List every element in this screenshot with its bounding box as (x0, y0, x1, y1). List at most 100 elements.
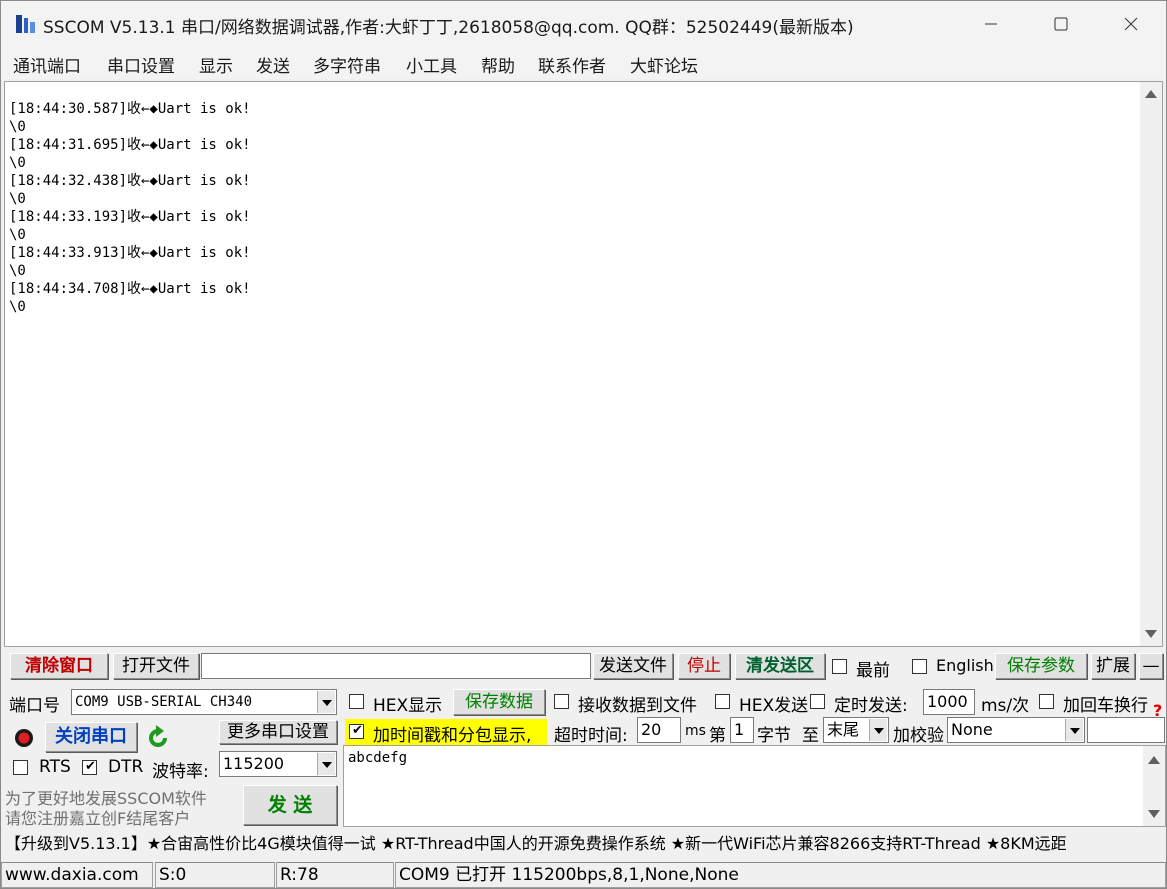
baud-select[interactable]: 115200 (219, 751, 337, 777)
menu-tools[interactable]: 小工具 (406, 52, 457, 77)
save-params-label: 保存参数 (1007, 656, 1075, 676)
interval-unit-label: ms/次 (981, 696, 1030, 716)
close-port-label: 关闭串口 (55, 726, 127, 747)
promo-line-2: 请您注册嘉立创F结尾客户 (5, 809, 191, 828)
port-dropdown-icon[interactable] (317, 691, 335, 713)
end-select[interactable]: 末尾 (823, 717, 889, 743)
collapse-button[interactable]: — (1139, 653, 1163, 679)
baud-label: 波特率: (152, 762, 209, 782)
close-port-button[interactable]: 关闭串口 (45, 722, 137, 752)
minimize-icon[interactable] (968, 9, 1014, 39)
more-settings-button[interactable]: 更多串口设置 (219, 720, 337, 744)
rts-checkbox[interactable] (13, 760, 28, 775)
stop-label: 停止 (687, 656, 721, 676)
window-title: SSCOM V5.13.1 串口/网络数据调试器,作者:大虾丁丁,2618058… (43, 18, 854, 38)
status-website[interactable]: www.daxia.com (1, 862, 153, 888)
menu-serial-settings[interactable]: 串口设置 (107, 52, 175, 77)
clear-window-label: 清除窗口 (25, 656, 93, 676)
dtr-check-icon: ✔ (85, 759, 96, 774)
timeout-unit-label: ms (685, 723, 706, 739)
port-label: 端口号 (9, 696, 60, 716)
send-scroll-down-icon[interactable] (1148, 810, 1160, 818)
expand-button[interactable]: 扩展 (1091, 653, 1135, 679)
receive-scrollbar[interactable] (1140, 82, 1162, 646)
send-scrollbar[interactable] (1143, 746, 1165, 826)
news-ticker[interactable]: 【升级到V5.13.1】★合宙高性价比4G模块值得一试 ★RT-Thread中国… (1, 829, 1166, 859)
close-icon[interactable] (1108, 9, 1154, 39)
baud-value: 115200 (223, 754, 285, 773)
byte-index-input[interactable]: 1 (730, 717, 754, 743)
menu-contact-author[interactable]: 联系作者 (538, 52, 606, 77)
english-label: English (936, 656, 994, 675)
checksum-label: 加校验 (893, 726, 944, 746)
checksum-dropdown-icon[interactable] (1065, 719, 1083, 741)
end-dropdown-icon[interactable] (869, 719, 887, 741)
nth-label: 第 (709, 726, 726, 746)
clear-send-label: 清发送区 (746, 656, 814, 676)
receive-text: [18:44:30.587]收←◆Uart is ok! \0 [18:44:3… (9, 101, 251, 315)
save-params-button[interactable]: 保存参数 (995, 653, 1087, 679)
hex-display-checkbox[interactable] (349, 694, 364, 709)
save-data-label: 保存数据 (465, 692, 533, 712)
save-data-button[interactable]: 保存数据 (453, 689, 545, 715)
send-label: 发 送 (267, 794, 313, 816)
topmost-checkbox[interactable] (832, 659, 847, 674)
status-bar: www.daxia.com S:0 R:78 COM9 已打开 115200bp… (1, 861, 1166, 889)
timeout-label: 超时时间: (554, 726, 628, 746)
send-button[interactable]: 发 送 (243, 785, 337, 825)
clear-window-button[interactable]: 清除窗口 (10, 653, 108, 679)
app-logo-icon (16, 15, 35, 33)
menu-bar: 通讯端口 串口设置 显示 发送 多字符串 小工具 帮助 联系作者 大虾论坛 (1, 47, 1166, 79)
port-select[interactable]: COM9 USB-SERIAL CH340 (71, 689, 337, 715)
menu-comm-port[interactable]: 通讯端口 (13, 52, 81, 77)
timeout-input[interactable]: 20 (637, 717, 681, 743)
menu-multi-string[interactable]: 多字符串 (313, 52, 381, 77)
topmost-label: 最前 (856, 661, 890, 681)
menu-display[interactable]: 显示 (199, 52, 233, 77)
dtr-checkbox[interactable]: ✔ (82, 759, 97, 775)
file-path-input[interactable] (201, 653, 591, 679)
menu-send[interactable]: 发送 (256, 52, 290, 77)
port-value: COM9 USB-SERIAL CH340 (75, 694, 253, 710)
send-scroll-up-icon[interactable] (1148, 756, 1160, 764)
end-value: 末尾 (827, 720, 860, 739)
checksum-result-field[interactable] (1087, 717, 1165, 743)
send-area[interactable]: abcdefg (343, 745, 1166, 827)
recv-to-file-label: 接收数据到文件 (578, 696, 697, 716)
status-received: R:78 (276, 862, 394, 888)
open-file-button[interactable]: 打开文件 (113, 653, 199, 679)
baud-dropdown-icon[interactable] (317, 753, 335, 775)
receive-area[interactable]: [18:44:30.587]收←◆Uart is ok! \0 [18:44:3… (4, 81, 1163, 647)
interval-input[interactable]: 1000 (923, 689, 975, 715)
timestamp-check-icon: ✔ (352, 723, 363, 738)
dtr-label: DTR (108, 757, 144, 777)
scroll-up-icon[interactable] (1145, 90, 1157, 98)
timestamp-label: 加时间戳和分包显示, (373, 726, 532, 746)
hex-send-label: HEX发送 (739, 696, 809, 716)
checksum-value: None (951, 720, 993, 739)
status-port-state: COM9 已打开 115200bps,8,1,None,None (395, 862, 1166, 888)
hex-display-label: HEX显示 (373, 696, 443, 716)
timed-send-checkbox[interactable] (810, 694, 825, 709)
recv-to-file-checkbox[interactable] (554, 694, 569, 709)
checksum-select[interactable]: None (947, 717, 1085, 743)
to-label: 至 (802, 726, 819, 746)
scroll-down-icon[interactable] (1145, 630, 1157, 638)
english-checkbox[interactable] (912, 659, 927, 674)
refresh-icon[interactable] (145, 725, 171, 751)
byte-label: 字节 (757, 726, 791, 746)
port-status-icon (15, 729, 33, 747)
maximize-icon[interactable] (1038, 9, 1084, 39)
stop-button[interactable]: 停止 (678, 653, 730, 679)
timestamp-option[interactable]: ✔ 加时间戳和分包显示, (345, 719, 547, 746)
hex-send-checkbox[interactable] (715, 694, 730, 709)
menu-forum[interactable]: 大虾论坛 (630, 52, 698, 77)
timed-send-label: 定时发送: (834, 696, 908, 716)
menu-help[interactable]: 帮助 (481, 52, 515, 77)
send-file-button[interactable]: 发送文件 (593, 653, 673, 679)
timestamp-checkbox[interactable]: ✔ (349, 723, 364, 739)
app-window: SSCOM V5.13.1 串口/网络数据调试器,作者:大虾丁丁,2618058… (0, 0, 1167, 889)
clear-send-button[interactable]: 清发送区 (735, 653, 825, 679)
send-text: abcdefg (348, 750, 408, 766)
add-crlf-checkbox[interactable] (1039, 694, 1054, 709)
